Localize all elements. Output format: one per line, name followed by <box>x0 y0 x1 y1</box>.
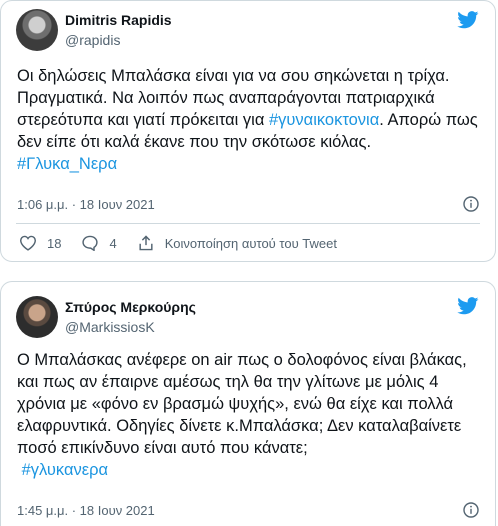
divider <box>16 223 480 224</box>
author-handle[interactable]: @MarkissiosK <box>65 319 155 335</box>
tweet-card-1: Dimitris Rapidis @rapidis Οι δηλώσεις Μπ… <box>0 0 496 262</box>
like-button[interactable]: 18 <box>19 235 61 251</box>
tweet-text: Ο Μπαλάσκας ανέφερε on air πως ο δολοφόν… <box>17 351 467 479</box>
hashtag-link[interactable]: #γλυκανερα <box>22 461 108 479</box>
avatar[interactable] <box>16 9 58 51</box>
share-icon <box>139 235 153 251</box>
hashtag-link[interactable]: #Γλυκα_Νερα <box>17 155 117 173</box>
reply-button[interactable]: 4 <box>81 235 117 251</box>
avatar[interactable] <box>16 296 58 338</box>
heart-icon <box>19 235 37 251</box>
tweet-text: Οι δηλώσεις Μπαλάσκα είναι για να σου ση… <box>17 67 478 173</box>
tweet-actions: 18 4 Κοινοποίηση αυτού του Tweet <box>19 233 357 253</box>
author-name[interactable]: Σπύρος Μερκούρης <box>65 299 196 315</box>
author-handle[interactable]: @rapidis <box>65 32 120 48</box>
tweet-card-2: Σπύρος Μερκούρης @MarkissiosK Ο Μπαλάσκα… <box>0 281 496 526</box>
info-icon[interactable] <box>463 502 479 518</box>
twitter-bird-icon[interactable] <box>457 297 479 315</box>
hashtag-link[interactable]: #γυναικοκτονια <box>269 111 379 129</box>
info-icon[interactable] <box>463 196 479 212</box>
author-name[interactable]: Dimitris Rapidis <box>65 12 172 28</box>
twitter-bird-icon[interactable] <box>457 11 479 29</box>
reply-count: 4 <box>109 235 117 251</box>
like-count: 18 <box>47 235 62 251</box>
reply-bubble-icon <box>82 235 99 251</box>
share-button[interactable]: Κοινοποίηση αυτού του Tweet <box>137 235 337 251</box>
tweet-timestamp[interactable]: 1:06 μ.μ. · 18 Ιουν 2021 <box>17 197 155 212</box>
tweet-timestamp[interactable]: 1:45 μ.μ. · 18 Ιουν 2021 <box>17 503 155 518</box>
share-label: Κοινοποίηση αυτού του Tweet <box>164 235 337 251</box>
